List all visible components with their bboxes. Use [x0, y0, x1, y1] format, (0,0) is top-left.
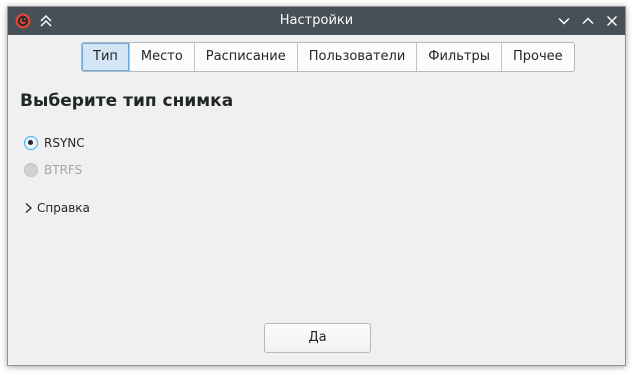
tab-schedule[interactable]: Расписание — [193, 43, 297, 71]
radio-checked-icon[interactable] — [24, 136, 38, 150]
title-bar[interactable]: Настройки — [8, 7, 625, 35]
settings-window: Настройки Тип Место Расписание Пользоват… — [7, 6, 626, 366]
window-title: Настройки — [279, 13, 354, 28]
page-title: Выберите тип снимка — [20, 91, 234, 111]
help-label: Справка — [37, 201, 90, 215]
radio-disabled-icon — [24, 163, 38, 177]
tab-bar: Тип Место Расписание Пользователи Фильтр… — [81, 42, 575, 72]
radio-option-btrfs: BTRFS — [24, 161, 82, 179]
tab-filters[interactable]: Фильтры — [416, 43, 501, 71]
tab-type[interactable]: Тип — [82, 43, 129, 71]
radio-label-rsync: RSYNC — [44, 136, 85, 150]
close-button[interactable] — [604, 13, 620, 29]
ok-button[interactable]: Да — [264, 323, 371, 353]
help-expander[interactable]: Справка — [24, 199, 90, 217]
radio-option-rsync[interactable]: RSYNC — [24, 134, 85, 152]
tab-location[interactable]: Место — [128, 43, 194, 71]
minimize-button[interactable] — [556, 13, 572, 29]
tab-misc[interactable]: Прочее — [500, 43, 574, 71]
tab-users[interactable]: Пользователи — [296, 43, 417, 71]
radio-label-btrfs: BTRFS — [44, 163, 83, 177]
chevron-right-icon — [25, 203, 32, 213]
maximize-button[interactable] — [580, 13, 596, 29]
